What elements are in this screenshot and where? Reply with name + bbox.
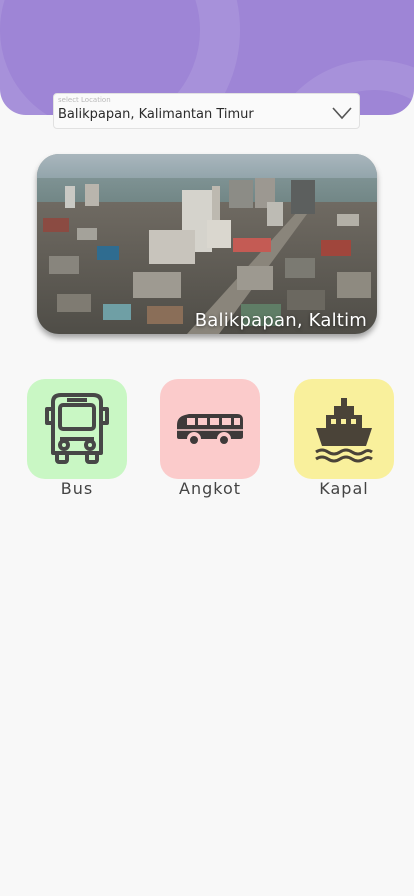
transport-angkot-button[interactable]: Angkot xyxy=(160,379,260,499)
transport-label-kapal: Kapal xyxy=(319,479,369,498)
bus-tile[interactable] xyxy=(27,379,127,479)
transport-label-bus: Bus xyxy=(60,479,94,498)
transport-bus-button[interactable]: Bus xyxy=(27,379,127,499)
location-dropdown[interactable]: select Location Balikpapan, Kalimantan T… xyxy=(53,93,360,129)
transport-label-angkot: Angkot xyxy=(179,479,241,498)
location-label: select Location xyxy=(58,96,111,104)
ship-icon xyxy=(315,398,373,463)
transport-kapal-button[interactable]: Kapal xyxy=(294,379,394,499)
city-image-card[interactable]: Balikpapan, Kaltim xyxy=(37,154,377,334)
chevron-down-icon xyxy=(332,107,352,120)
minivan-icon xyxy=(177,414,243,446)
bus-icon xyxy=(45,393,109,464)
location-value: Balikpapan, Kalimantan Timur xyxy=(58,107,254,122)
city-photo xyxy=(37,154,377,334)
city-caption: Balikpapan, Kaltim xyxy=(194,310,367,331)
angkot-tile[interactable] xyxy=(160,379,260,479)
kapal-tile[interactable] xyxy=(294,379,394,479)
